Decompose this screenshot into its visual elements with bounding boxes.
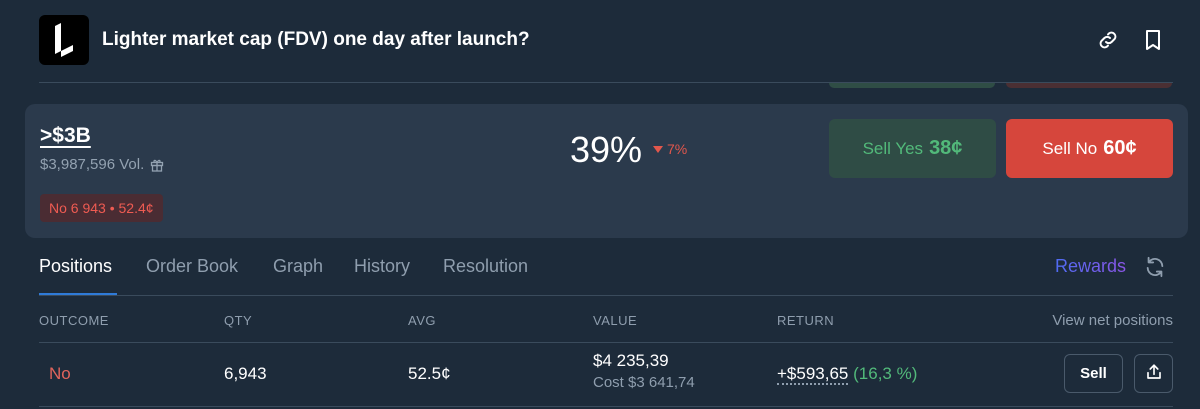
- down-triangle-icon: [653, 145, 663, 153]
- sell-yes-button[interactable]: Sell Yes 38¢: [829, 119, 996, 178]
- table-row-divider: [39, 406, 1173, 407]
- row-qty: 6,943: [224, 364, 267, 383]
- column-header-value: VALUE: [593, 313, 638, 328]
- outcome-label[interactable]: >$3B: [40, 124, 91, 148]
- tab-history[interactable]: History: [354, 256, 410, 277]
- volume-info: $3,987,596 Vol.: [40, 156, 164, 173]
- previous-sell-yes-edge: [829, 83, 995, 88]
- sell-no-price: 60¢: [1103, 137, 1137, 159]
- lighter-logo: [39, 15, 89, 65]
- volume-text: $3,987,596 Vol.: [40, 156, 145, 173]
- tab-order-book[interactable]: Order Book: [146, 256, 238, 277]
- sell-no-label: Sell No: [1042, 138, 1098, 158]
- market-header: Lighter market cap (FDV) one day after l…: [0, 0, 1200, 82]
- outcome-card: >$3B $3,987,596 Vol. No 6 943 • 52.4¢ 39…: [25, 104, 1188, 238]
- bookmark-icon[interactable]: [1141, 28, 1165, 52]
- column-header-qty: QTY: [224, 313, 253, 328]
- row-cost: Cost $3 641,74: [593, 374, 695, 391]
- rewards-link[interactable]: Rewards: [1055, 256, 1126, 277]
- tab-graph[interactable]: Graph: [273, 256, 323, 277]
- position-badge: No 6 943 • 52.4¢: [40, 194, 163, 222]
- chance-percentage: 39%: [570, 129, 643, 170]
- view-net-positions-link[interactable]: View net positions: [1052, 312, 1173, 329]
- header-divider: [39, 82, 1173, 83]
- row-sell-button[interactable]: Sell: [1064, 354, 1123, 393]
- tab-bar: Positions Order Book Graph History Resol…: [0, 246, 1200, 296]
- row-return-percent: (16,3 %): [853, 364, 918, 383]
- row-return: +$593,65 (16,3 %): [777, 364, 918, 385]
- share-icon: [1145, 363, 1163, 384]
- tab-resolution[interactable]: Resolution: [443, 256, 528, 277]
- sell-yes-label: Sell Yes: [862, 138, 924, 158]
- price-change-value: 7%: [667, 141, 688, 157]
- column-header-avg: AVG: [408, 313, 436, 328]
- row-value: $4 235,39 Cost $3 641,74: [593, 351, 695, 391]
- refresh-icon[interactable]: [1144, 256, 1166, 278]
- price-change: 7%: [653, 141, 687, 157]
- sell-yes-price: 38¢: [929, 137, 963, 159]
- sell-no-button[interactable]: Sell No 60¢: [1006, 119, 1173, 178]
- market-title: Lighter market cap (FDV) one day after l…: [102, 29, 530, 50]
- row-return-amount[interactable]: +$593,65: [777, 364, 849, 385]
- row-value-amount: $4 235,39: [593, 351, 669, 370]
- link-icon[interactable]: [1096, 28, 1120, 52]
- row-avg: 52.5¢: [408, 364, 451, 383]
- column-header-outcome: OUTCOME: [39, 313, 109, 328]
- tab-positions[interactable]: Positions: [39, 256, 112, 277]
- column-header-return: RETURN: [777, 313, 835, 328]
- previous-sell-no-edge: [1006, 83, 1172, 88]
- table-header-divider: [39, 342, 1173, 343]
- share-button[interactable]: [1134, 354, 1173, 393]
- tabs-divider: [39, 295, 1173, 296]
- row-outcome: No: [49, 364, 71, 383]
- gift-icon[interactable]: [150, 158, 164, 172]
